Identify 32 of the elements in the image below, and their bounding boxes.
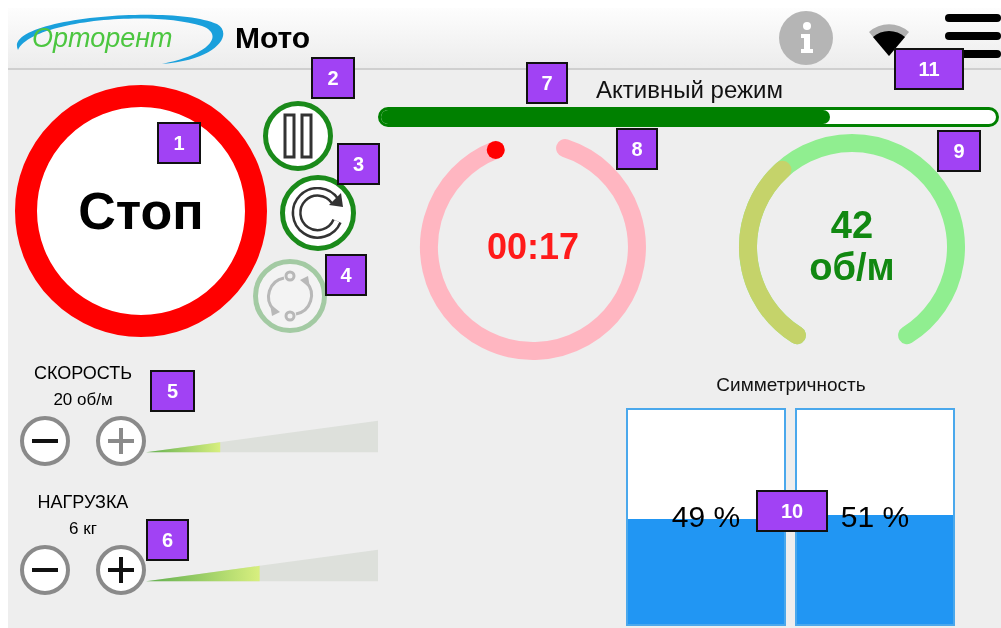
minus-icon [32, 568, 58, 572]
slider-label: СКОРОСТЬ [33, 363, 133, 384]
callout-number: 9 [937, 130, 981, 172]
slider-label: НАГРУЗКА [37, 492, 129, 513]
callout-number: 3 [337, 143, 380, 185]
minus-button[interactable] [20, 545, 70, 595]
minus-icon [32, 439, 58, 443]
plus-icon [108, 428, 134, 454]
speed-unit: об/м [809, 247, 895, 289]
mode-label: Активный режим [596, 76, 783, 104]
circular-arrow-icon [291, 187, 345, 239]
callout-number: 11 [894, 48, 964, 90]
speed-value: 42 [830, 205, 874, 247]
symmetry-title: Симметричность [715, 374, 867, 396]
callout-number: 7 [526, 62, 568, 104]
pause-icon [283, 113, 313, 159]
callout-number: 6 [146, 519, 189, 561]
callout-number: 10 [756, 490, 828, 532]
callout-number: 1 [157, 122, 201, 164]
plus-button[interactable] [96, 545, 146, 595]
callout-number: 4 [325, 254, 367, 296]
callout-number: 2 [311, 57, 355, 99]
app-title: Мото [235, 21, 311, 55]
timer-text: 00:17 [486, 226, 580, 268]
minus-button[interactable] [20, 416, 70, 466]
plus-icon [108, 557, 134, 583]
slider-value: 6 кг [69, 519, 97, 539]
logo-text: Орторент [32, 22, 173, 54]
callout-number: 8 [616, 128, 658, 170]
slider-value: 20 об/м [53, 390, 113, 410]
callout-number: 5 [150, 370, 195, 412]
rotating-arrows-icon [264, 270, 316, 322]
